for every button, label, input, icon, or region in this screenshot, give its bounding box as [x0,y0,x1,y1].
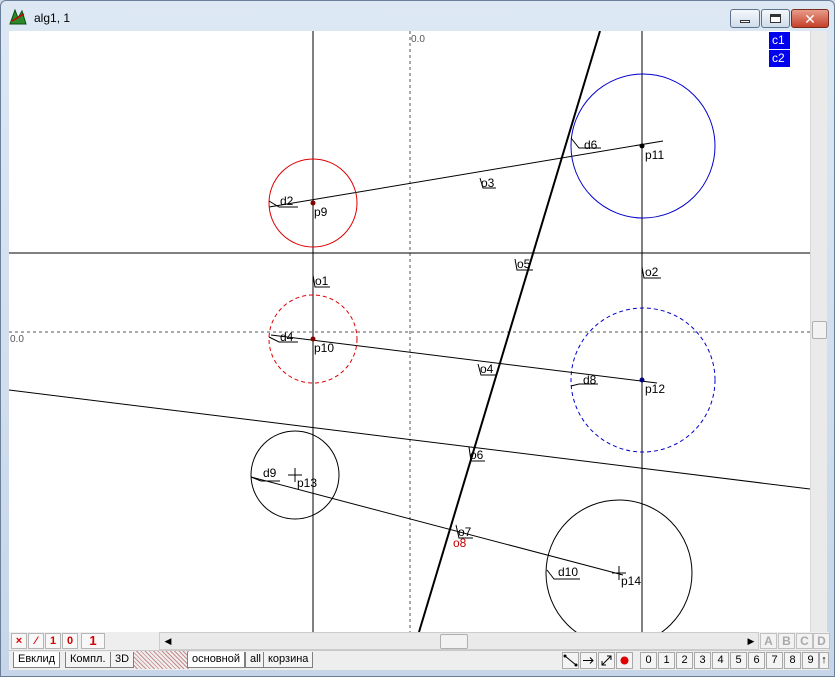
number-button-5[interactable]: 5 [730,652,747,669]
label-o5: o5 [517,257,531,271]
number-button-6[interactable]: 6 [748,652,765,669]
label-d8: d8 [583,373,597,387]
label-p14: p14 [621,574,641,588]
arrow-right-icon [583,657,594,664]
scroll-right-icon[interactable]: ▶ [744,634,758,649]
label-o3: o3 [481,176,495,190]
label-d4: d4 [280,330,294,344]
diagonal-tool-button[interactable] [598,652,615,669]
close-icon: ✕ [804,10,816,27]
letter-button-a[interactable]: A [760,633,777,649]
record-icon [620,656,629,665]
legend-item-c2[interactable]: c2 [769,50,790,67]
label-o6: o6 [470,448,484,462]
number-button-9[interactable]: 9 [802,652,819,669]
tab-bar: Евклид Компл. 3D основной all корзина 0 … [9,650,829,670]
label-o4: o4 [480,362,494,376]
letter-button-b[interactable]: B [778,633,795,649]
letter-button-d[interactable]: D [813,633,830,649]
label-d10: d10 [558,565,578,579]
number-button-3[interactable]: 3 [694,652,711,669]
label-o8: o8 [453,536,467,550]
one-mode-button[interactable]: 1 [45,633,61,649]
segment-icon [563,654,578,667]
delete-mode-button[interactable]: × [11,633,27,649]
tab-osnovnoy[interactable]: основной [187,652,245,668]
label-p12: p12 [645,382,665,396]
tab-evklid[interactable]: Евклид [13,652,61,668]
maximize-button[interactable] [761,9,790,28]
tab-divider [134,651,189,669]
letter-button-c[interactable]: C [796,633,813,649]
zero-mode-button[interactable]: 0 [62,633,78,649]
legend-item-c1[interactable]: c1 [769,32,790,49]
number-button-2[interactable]: 2 [676,652,693,669]
app-window: alg1, 1 ✕ 0.0 0.0 d2 p9 o3 d6 p11 o1 o5 … [0,0,835,677]
minimize-button[interactable] [730,9,760,28]
maximize-icon [770,14,781,23]
line-thick[interactable] [418,31,601,632]
diagonal-arrow-icon [601,655,612,666]
segment-o7[interactable] [250,476,624,576]
point-p11[interactable] [639,143,645,149]
horizontal-scroll-thumb[interactable] [440,634,468,649]
scroll-left-icon[interactable]: ◀ [161,634,175,649]
y-origin-label: 0.0 [411,34,425,45]
drawing-canvas[interactable]: 0.0 0.0 d2 p9 o3 d6 p11 o1 o5 o2 d4 p10 … [9,31,810,632]
status-toolbar: × ⁄ 1 0 1 ◀ ▶ A B C D [9,632,830,650]
window-title: alg1, 1 [34,11,71,25]
label-p13: p13 [297,476,317,490]
number-button-0[interactable]: 0 [640,652,657,669]
label-p10: p10 [314,341,334,355]
horizontal-scrollbar[interactable]: ◀ ▶ [159,632,759,650]
close-button[interactable]: ✕ [791,9,829,28]
label-d2: d2 [280,194,294,208]
up-arrow-button[interactable]: ↑ [819,652,829,669]
x-origin-label: 0.0 [10,334,24,345]
geometry-drawing[interactable]: 0.0 0.0 d2 p9 o3 d6 p11 o1 o5 o2 d4 p10 … [9,31,810,632]
segment-tool-button[interactable] [562,652,579,669]
number-button-1[interactable]: 1 [658,652,675,669]
label-p11: p11 [645,148,664,162]
step-counter: 1 [81,633,105,649]
label-o1: o1 [315,274,329,288]
minimize-icon [740,20,750,23]
label-p9: p9 [314,205,328,219]
arrow-tool-button[interactable] [580,652,597,669]
tab-3d[interactable]: 3D [110,652,135,668]
segment-o3[interactable] [268,140,664,208]
tab-korzina[interactable]: корзина [263,652,314,668]
number-button-7[interactable]: 7 [766,652,783,669]
legend: c1 c2 [769,32,790,68]
label-o2: o2 [645,265,659,279]
record-button[interactable] [616,652,633,669]
point-p12[interactable] [639,377,645,383]
label-d6: d6 [584,138,598,152]
app-logo-icon [9,9,27,25]
number-button-8[interactable]: 8 [784,652,801,669]
title-bar[interactable]: alg1, 1 ✕ [1,1,834,31]
tab-kompl[interactable]: Компл. [65,652,111,668]
vertical-scrollbar[interactable] [810,31,827,632]
vertical-scroll-thumb[interactable] [812,321,827,339]
label-d9: d9 [263,466,277,480]
line-mode-button[interactable]: ⁄ [28,633,44,649]
number-button-4[interactable]: 4 [712,652,729,669]
